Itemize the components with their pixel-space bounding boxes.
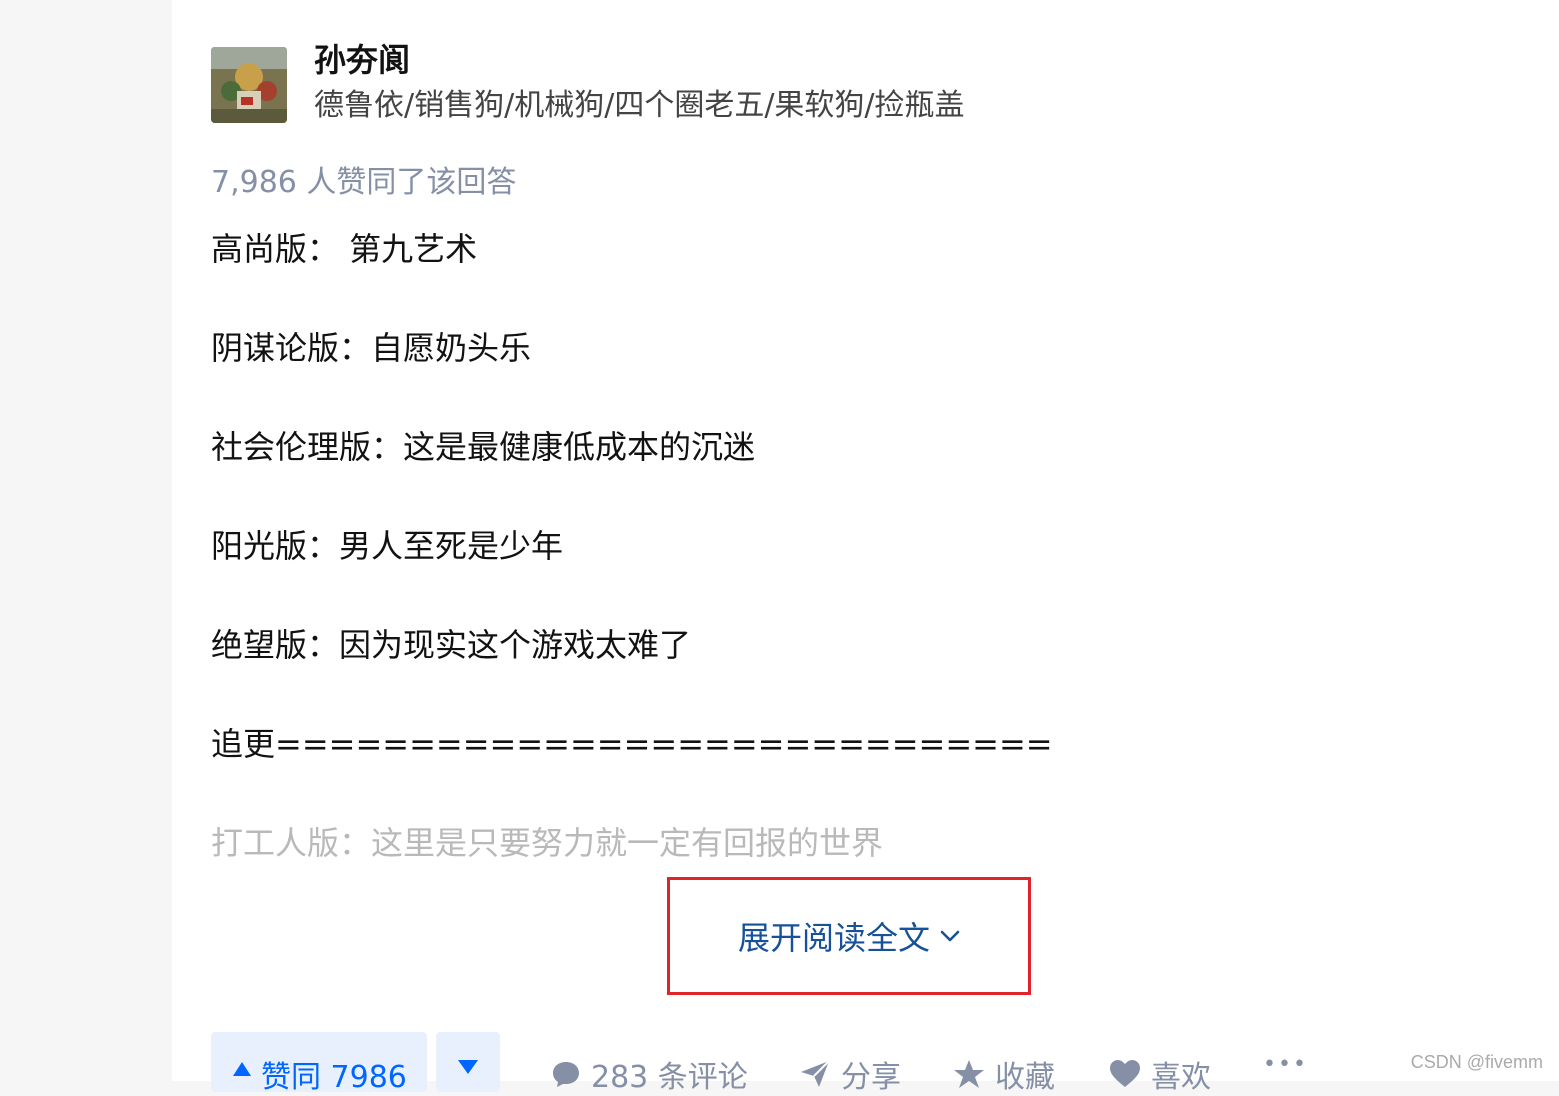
paragraph: 绝望版：因为现实这个游戏太难了 (211, 626, 692, 664)
watermark: CSDN @fivemm (1410, 1052, 1543, 1072)
like-label: 喜欢 (1151, 1060, 1211, 1095)
upvote-button[interactable]: 赞同 7986 (211, 1032, 427, 1095)
paragraph: 追更============================= (211, 725, 1053, 763)
comment-bubble-icon (553, 1062, 579, 1087)
favorite-button[interactable]: 收藏 (953, 1052, 1055, 1096)
author-name[interactable]: 孙夯阆 (314, 40, 410, 80)
expand-label: 展开阅读全文 (737, 919, 930, 957)
paper-plane-icon (801, 1060, 830, 1087)
comments-label: 283 条评论 (591, 1060, 748, 1095)
comments-button[interactable]: 283 条评论 (551, 1052, 748, 1096)
like-button[interactable]: 喜欢 (1109, 1052, 1211, 1096)
chevron-down-icon (940, 930, 960, 942)
triangle-up-icon (233, 1062, 251, 1076)
answer-card: 孙夯阆 德鲁依/销售狗/机械狗/四个圈老五/果软狗/捡瓶盖 7,986 人赞同了… (172, 0, 1559, 1095)
triangle-down-icon (458, 1060, 478, 1074)
author-bio: 德鲁依/销售狗/机械狗/四个圈老五/果软狗/捡瓶盖 (314, 88, 965, 123)
more-icon: ••• (1263, 1052, 1308, 1077)
action-bar: 赞同 7986 283 条评论 分享 收藏 喜欢 ••• (211, 1032, 1511, 1095)
upvote-label: 赞同 7986 (261, 1060, 407, 1095)
more-options-button[interactable]: ••• (1263, 1052, 1308, 1077)
share-label: 分享 (841, 1060, 901, 1095)
author-avatar[interactable] (211, 47, 287, 123)
paragraph: 阴谋论版：自愿奶头乐 (211, 329, 532, 367)
highlight-box: 展开阅读全文 (667, 877, 1031, 995)
upvote-summary: 7,986 人赞同了该回答 (211, 165, 517, 200)
heart-icon (1110, 1060, 1140, 1087)
paragraph: 社会伦理版：这是最健康低成本的沉迷 (211, 428, 756, 466)
expand-full-text-button[interactable]: 展开阅读全文 (670, 880, 1028, 992)
star-icon (954, 1060, 984, 1088)
share-button[interactable]: 分享 (799, 1052, 901, 1096)
paragraph-faded: 打工人版：这里是只要努力就一定有回报的世界 (211, 824, 884, 862)
downvote-button[interactable] (436, 1032, 500, 1092)
avatar-image-icon (211, 47, 287, 123)
favorite-label: 收藏 (995, 1060, 1055, 1095)
paragraph: 阳光版：男人至死是少年 (211, 527, 564, 565)
paragraph: 高尚版： 第九艺术 (211, 230, 478, 268)
answer-content: 高尚版： 第九艺术 阴谋论版：自愿奶头乐 社会伦理版：这是最健康低成本的沉迷 阳… (211, 228, 1311, 921)
